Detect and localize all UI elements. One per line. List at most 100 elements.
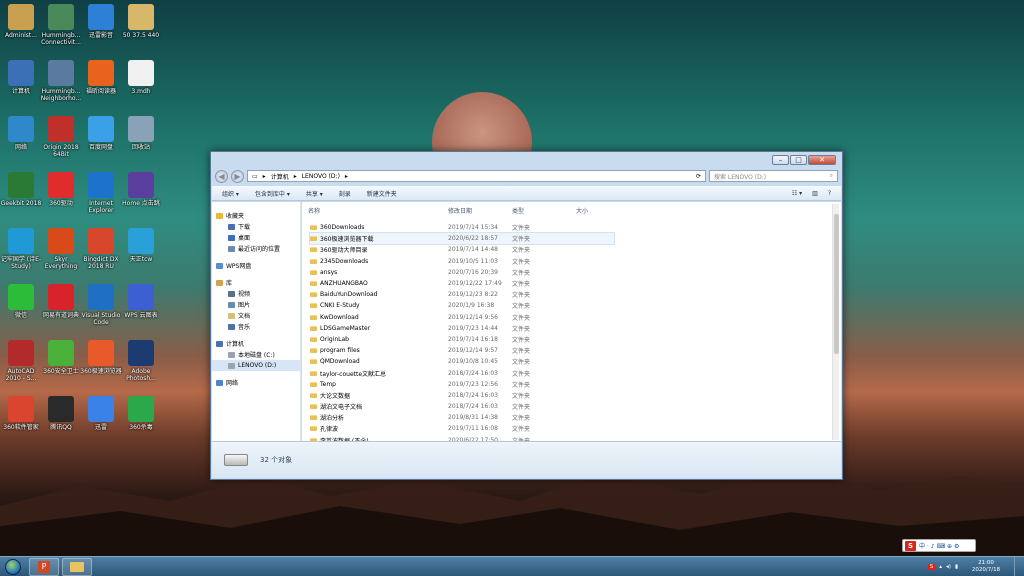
preview-pane-icon[interactable]: ▥ [812,190,818,197]
search-input[interactable]: 搜索 LENOVO (D:) ⌕ [709,170,838,182]
desktop-icon[interactable]: 微信 [0,284,42,319]
nav-item[interactable]: 图片 [212,299,300,310]
organize-button[interactable]: 组织 ▾ [222,189,239,198]
file-row[interactable]: 湖泊分析 2019/8/31 14:38 文件夹 [310,412,614,423]
help-icon[interactable]: ? [828,190,831,197]
vertical-scrollbar[interactable] [832,204,839,440]
include-in-library-button[interactable]: 包含到库中 ▾ [255,189,290,198]
explorer-window[interactable]: – □ ✕ ◀ ▶ ▭ ▸ 计算机 ▸ LENOVO (D:) ▸ ⟳ 搜索 L… [210,151,843,480]
desktop-icon[interactable]: Home 点击跳 [120,172,162,207]
volume-icon[interactable]: ◂) [946,564,951,570]
desktop-icon[interactable]: Origin 2018 64Bit [40,116,82,158]
nav-item[interactable]: 收藏夹 [212,210,300,221]
scroll-thumb[interactable] [834,214,839,354]
desktop-icon[interactable]: Administ... [0,4,42,39]
minimize-button[interactable]: – [772,155,789,165]
nav-item[interactable]: LENOVO (D:) [212,360,300,371]
nav-item[interactable]: 最近访问的位置 [212,243,300,254]
desktop-icon[interactable]: 360极速浏览器 [80,340,122,375]
desktop-icon[interactable]: 记牢国学 (诗E-Study) [0,228,42,270]
desktop-icon[interactable]: 360安全卫士 [40,340,82,375]
desktop-icon[interactable]: Skyr Everything [40,228,82,270]
file-row[interactable]: 大论文数据 2018/7/24 16:03 文件夹 [310,390,614,401]
desktop-icon[interactable]: Hummingb... Connectivit... [40,4,82,46]
file-row[interactable]: CNKI E-Study 2020/1/9 16:38 文件夹 [310,300,614,311]
start-button[interactable] [0,557,26,576]
share-button[interactable]: 共享 ▾ [306,189,323,198]
desktop-icon[interactable]: 回收站 [120,116,162,151]
tray-up-icon[interactable]: ▴ [939,564,942,570]
taskbar-powerpoint[interactable]: P [29,557,59,576]
close-button[interactable]: ✕ [808,155,836,165]
desktop-icon[interactable]: Bingdict DX 2018 RU [80,228,122,270]
address-part-computer[interactable]: 计算机 [271,172,289,181]
nav-item[interactable]: 桌面 [212,232,300,243]
file-row[interactable]: 湖泊文电子文档 2018/7/24 16:03 文件夹 [310,401,614,412]
maximize-button[interactable]: □ [790,155,807,165]
desktop-icon[interactable]: 天正tcw [120,228,162,263]
desktop-icon[interactable]: Adobe Photosh... [120,340,162,382]
column-type[interactable]: 类型 [512,206,576,215]
desktop-icon[interactable]: 50 37.5 440 [120,4,162,39]
column-date[interactable]: 修改日期 [448,206,512,215]
desktop-icon[interactable]: 福昕阅读器 [80,60,122,95]
file-row[interactable]: ansys 2020/7/16 20:39 文件夹 [310,267,614,278]
burn-button[interactable]: 刻录 [339,189,351,198]
desktop-icon[interactable]: 网易有道词典 [40,284,82,319]
desktop-icon[interactable]: Internet Explorer [80,172,122,214]
desktop-icon[interactable]: Geekbit 2018 [0,172,42,207]
desktop-icon[interactable]: Visual Studio Code [80,284,122,326]
file-row[interactable]: 360驱动大师目录 2019/7/14 14:48 文件夹 [310,244,614,255]
file-row[interactable]: 360极速浏览器下载 2020/6/22 18:57 文件夹 [309,232,615,246]
desktop-icon[interactable]: 百度网盘 [80,116,122,151]
desktop-icon[interactable]: Hummingb... Neighborho... [40,60,82,102]
file-row[interactable]: 2345Downloads 2019/10/5 11:03 文件夹 [310,256,614,267]
network-icon[interactable]: ▮ [955,564,958,570]
desktop-icon[interactable]: 3.mdh [120,60,162,95]
desktop-icon[interactable]: 迅雷 [80,396,122,431]
file-row[interactable]: OriginLab 2019/7/14 16:18 文件夹 [310,334,614,345]
desktop-icon[interactable]: 360软件管家 [0,396,42,431]
desktop-icon[interactable]: 迅雷影音 [80,4,122,39]
desktop-icon[interactable]: 腾讯QQ [40,396,82,431]
nav-item[interactable]: 音乐 [212,321,300,332]
file-row[interactable]: program files 2019/12/14 9:57 文件夹 [310,345,614,356]
file-row[interactable]: ANZHUANGBAO 2019/12/22 17:49 文件夹 [310,278,614,289]
file-row[interactable]: BaiduYunDownload 2019/12/23 8:22 文件夹 [310,289,614,300]
nav-item[interactable]: 库 [212,277,300,288]
desktop-icon[interactable]: WPS 云图表 [120,284,162,319]
desktop-icon[interactable]: 360驱动 [40,172,82,207]
column-name[interactable]: 名称 [308,206,448,215]
column-size[interactable]: 大小 [576,206,588,215]
nav-item[interactable]: 视频 [212,288,300,299]
file-row[interactable]: 360Downloads 2019/7/14 15:34 文件夹 [310,222,614,233]
file-row[interactable]: 孔律波 2019/7/11 16:08 文件夹 [310,423,614,434]
file-row[interactable]: KwDownload 2019/12/14 9:56 文件夹 [310,312,614,323]
nav-item[interactable]: 文档 [212,310,300,321]
file-row[interactable]: LDSGameMaster 2019/7/23 14:44 文件夹 [310,323,614,334]
nav-item[interactable]: 网络 [212,377,300,388]
taskbar-explorer[interactable] [62,557,92,576]
desktop-icon[interactable]: 360杀毒 [120,396,162,431]
nav-item[interactable]: 计算机 [212,338,300,349]
desktop-icon[interactable]: 网络 [0,116,42,151]
desktop-icon[interactable]: AutoCAD 2010 - S... [0,340,42,382]
new-folder-button[interactable]: 新建文件夹 [367,189,397,198]
nav-item[interactable]: 本地磁盘 (C:) [212,349,300,360]
file-row[interactable]: QMDownload 2019/10/8 10:45 文件夹 [310,356,614,367]
address-part-drive[interactable]: LENOVO (D:) [302,173,340,180]
clock[interactable]: 21:00 2020/7/18 [962,560,1010,574]
refresh-icon[interactable]: ⟳ [696,173,701,180]
file-row[interactable]: Temp 2019/7/23 12:56 文件夹 [310,379,614,390]
tray-sogou-icon[interactable]: S [927,563,936,570]
back-button[interactable]: ◀ [215,169,228,183]
view-options-icon[interactable]: ☷ ▾ [792,190,802,197]
forward-button[interactable]: ▶ [231,169,244,183]
address-bar[interactable]: ▭ ▸ 计算机 ▸ LENOVO (D:) ▸ ⟳ [247,170,706,182]
ime-toolbar[interactable]: S 中 · ♪ ⌨ ⊕ ⚙ [902,539,976,552]
desktop-icon[interactable]: 计算机 [0,60,42,95]
nav-item[interactable]: 下载 [212,221,300,232]
show-desktop-button[interactable] [1014,556,1020,576]
file-row[interactable]: taylor-couette文献汇总 2018/7/24 16:03 文件夹 [310,367,614,378]
nav-item[interactable]: WPS网盘 [212,260,300,271]
